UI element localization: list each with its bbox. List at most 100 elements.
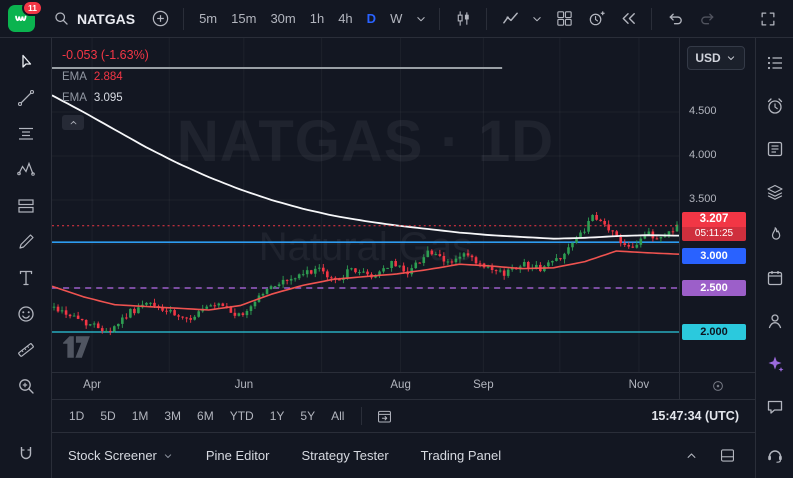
zoom-tool-button[interactable] xyxy=(12,372,40,400)
currency-toggle-button[interactable]: USD xyxy=(687,46,745,70)
range-1d-button[interactable]: 1D xyxy=(62,406,91,426)
pattern-tool-button[interactable] xyxy=(12,156,40,184)
range-1m-button[interactable]: 1M xyxy=(125,406,156,426)
timeframe-30m[interactable]: 30m xyxy=(263,6,302,31)
news-icon xyxy=(765,139,785,159)
goto-date-button[interactable] xyxy=(372,404,396,428)
redo-button[interactable] xyxy=(692,4,722,34)
price-level-badge: 2.500 xyxy=(682,280,746,296)
sidebar-support-button[interactable] xyxy=(762,442,788,468)
measure-tool-button[interactable] xyxy=(12,336,40,364)
range-5y-button[interactable]: 5Y xyxy=(293,406,322,426)
timeframe-5m[interactable]: 5m xyxy=(192,6,224,31)
right-sidebar xyxy=(755,38,793,478)
range-all-button[interactable]: All xyxy=(324,406,351,426)
chat-icon xyxy=(765,397,785,417)
price-level-badge: 2.000 xyxy=(682,324,746,340)
range-1y-button[interactable]: 1Y xyxy=(263,406,292,426)
redo-icon xyxy=(698,9,717,28)
toolbar-separator xyxy=(183,8,184,30)
sidebar-chat-button[interactable] xyxy=(762,394,788,420)
projection-tool-button[interactable] xyxy=(12,192,40,220)
timeframe-D[interactable]: D xyxy=(360,6,383,31)
currency-label: USD xyxy=(695,51,720,65)
sidebar-ideas-button[interactable] xyxy=(762,308,788,334)
indicator-name: EMA xyxy=(62,71,87,83)
tab-strategy-tester[interactable]: Strategy Tester xyxy=(301,448,388,463)
indicators-button[interactable] xyxy=(495,4,525,34)
tab-pine-editor[interactable]: Pine Editor xyxy=(206,448,270,463)
fib-retracement-tool-button[interactable] xyxy=(12,120,40,148)
search-icon xyxy=(53,10,70,27)
main-area: NATGAS · 1D Natural Gas -0.053 (-1.63%) … xyxy=(0,38,793,478)
time-axis-row: AprJunAugSepNov xyxy=(52,372,755,399)
indicators-menu-button[interactable] xyxy=(527,4,547,34)
indicator-name: EMA xyxy=(62,92,87,104)
chart-canvas[interactable]: NATGAS · 1D Natural Gas -0.053 (-1.63%) … xyxy=(52,38,679,372)
timeframe-1h[interactable]: 1h xyxy=(303,6,331,31)
date-range-toolbar: 1D5D1M3M6MYTD1Y5YAll 15:47:34 (UTC) xyxy=(52,399,755,432)
text-icon xyxy=(16,268,36,288)
timeframe-menu-button[interactable] xyxy=(411,4,431,34)
time-axis-label: Sep xyxy=(473,379,493,391)
panel-expand-button[interactable] xyxy=(679,444,703,468)
magnet-tool-button[interactable] xyxy=(12,440,40,468)
chart-type-button[interactable] xyxy=(448,4,478,34)
target-icon xyxy=(710,378,726,394)
range-6m-button[interactable]: 6M xyxy=(190,406,221,426)
chevron-down-icon xyxy=(725,52,737,64)
range-5d-button[interactable]: 5D xyxy=(93,406,122,426)
range-buttons: 1D5D1M3M6MYTD1Y5YAll xyxy=(62,406,351,426)
sidebar-alerts-button[interactable] xyxy=(762,93,788,119)
timeframe-W[interactable]: W xyxy=(383,6,409,31)
layers-icon xyxy=(765,182,785,202)
layout-button[interactable] xyxy=(549,4,579,34)
chevron-down-icon xyxy=(162,450,174,462)
timeframe-15m[interactable]: 15m xyxy=(224,6,263,31)
sidebar-calendar-button[interactable] xyxy=(762,265,788,291)
sidebar-hotlists-button[interactable] xyxy=(762,222,788,248)
price-scale[interactable]: USD 3.207 05:11:25 4.5004.0003.5003.0002… xyxy=(679,38,755,372)
legend-collapse-button[interactable] xyxy=(62,115,84,130)
trading-platform: 11 NATGAS 5m15m30m1h4hDW NATGAS xyxy=(0,0,793,478)
pattern-icon xyxy=(16,160,36,180)
line-chart-icon xyxy=(501,9,520,28)
emoji-tool-button[interactable] xyxy=(12,300,40,328)
chevron-up-icon xyxy=(68,117,79,128)
bar-replay-button[interactable] xyxy=(613,4,643,34)
undo-icon xyxy=(666,9,685,28)
calendar-arrow-icon xyxy=(376,408,393,425)
trend-line-tool-button[interactable] xyxy=(12,84,40,112)
cursor-icon xyxy=(16,52,36,72)
timeframe-4h[interactable]: 4h xyxy=(331,6,359,31)
tab-label: Stock Screener xyxy=(68,448,157,463)
indicator-row[interactable]: EMA3.095 xyxy=(62,92,149,104)
range-3m-button[interactable]: 3M xyxy=(157,406,188,426)
price-tick: 4.500 xyxy=(689,105,717,117)
range-ytd-button[interactable]: YTD xyxy=(223,406,261,426)
app-logo-button[interactable]: 11 xyxy=(8,5,35,32)
server-clock[interactable]: 15:47:34 (UTC) xyxy=(651,409,739,423)
tab-trading-panel[interactable]: Trading Panel xyxy=(421,448,501,463)
price-tick: 4.000 xyxy=(689,149,717,161)
sidebar-watchlist-button[interactable] xyxy=(762,50,788,76)
symbol-search-button[interactable]: NATGAS xyxy=(49,6,143,31)
scale-settings-corner[interactable] xyxy=(679,373,755,399)
time-axis[interactable]: AprJunAugSepNov xyxy=(52,373,679,399)
cursor-tool-button[interactable] xyxy=(12,48,40,76)
notification-count-badge: 11 xyxy=(22,0,43,16)
create-alert-button[interactable] xyxy=(581,4,611,34)
text-tool-button[interactable] xyxy=(12,264,40,292)
undo-button[interactable] xyxy=(660,4,690,34)
brush-icon xyxy=(16,232,36,252)
fullscreen-button[interactable] xyxy=(753,4,783,34)
fib-icon xyxy=(16,124,36,144)
sidebar-news-button[interactable] xyxy=(762,136,788,162)
sidebar-ai-assistant-button[interactable] xyxy=(762,351,788,377)
tab-stock-screener[interactable]: Stock Screener xyxy=(68,448,174,463)
brush-tool-button[interactable] xyxy=(12,228,40,256)
sidebar-object-tree-button[interactable] xyxy=(762,179,788,205)
panel-layout-button[interactable] xyxy=(715,444,739,468)
indicator-row[interactable]: EMA2.884 xyxy=(62,71,149,83)
add-symbol-button[interactable] xyxy=(145,4,175,34)
